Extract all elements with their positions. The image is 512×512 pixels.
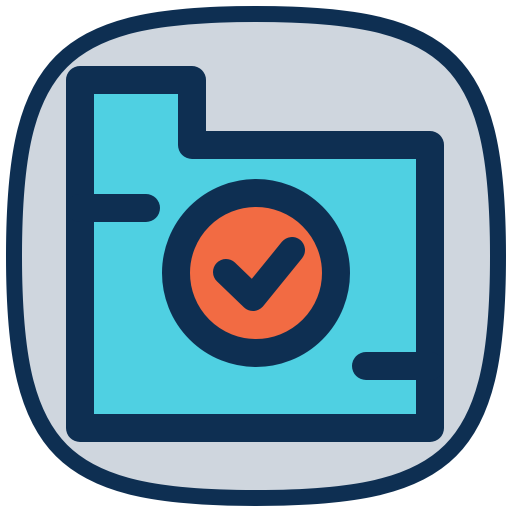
app-icon-canvas	[0, 0, 512, 512]
check-badge	[162, 179, 350, 367]
folder-check-icon	[5, 5, 507, 507]
